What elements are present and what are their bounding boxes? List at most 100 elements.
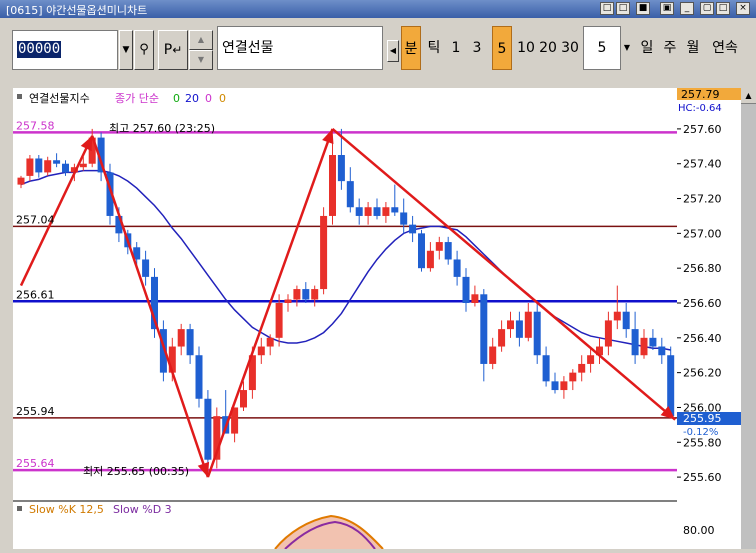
level-label-4: 255.64 [16, 457, 55, 470]
step-down-button[interactable]: ▼ [189, 50, 213, 70]
panel-separator[interactable] [13, 500, 741, 502]
interval-input[interactable]: 5 [583, 26, 621, 70]
candle-body-44 [409, 224, 417, 234]
window-maximize-button[interactable]: □ [716, 2, 730, 15]
window-pin-button[interactable]: ▣ [660, 2, 674, 15]
axis-tick-label-9: 255.80 [683, 436, 722, 449]
low-annotation: 최저 255.65 (00:35) [83, 465, 189, 478]
candles-layer [17, 128, 675, 471]
candle-body-28 [266, 337, 274, 347]
step-up-button[interactable]: ▲ [189, 30, 213, 50]
stoch-axis-tick: 80.00 [683, 524, 715, 537]
enter-arrow-icon: ↵ [172, 43, 183, 57]
candle-body-58 [533, 311, 541, 356]
window-option-button-2[interactable]: □ [616, 2, 630, 15]
candle-body-2 [35, 158, 43, 173]
candle-body-62 [569, 372, 577, 382]
timeframe-week-button[interactable]: 주 [660, 26, 680, 70]
instrument-name-field[interactable]: 연결선물 [217, 26, 383, 70]
candle-body-38 [355, 207, 363, 216]
legend-param-3: 0 [205, 92, 212, 105]
candle-body-29 [275, 303, 283, 338]
candle-body-25 [240, 390, 247, 408]
axis-tick-label-2: 257.20 [683, 193, 722, 206]
window-option-button-3[interactable]: ■ [636, 2, 650, 15]
axis-tick-label-1: 257.40 [683, 158, 722, 171]
candle-body-63 [578, 363, 586, 373]
candle-body-20 [195, 355, 203, 399]
period-30-button[interactable]: 30 [559, 26, 581, 70]
candle-body-56 [515, 320, 523, 338]
candle-body-30 [284, 299, 292, 303]
window-minimize-button[interactable]: _ [680, 2, 694, 15]
trend-arrow-line-1 [91, 135, 210, 478]
timeframe-day-button[interactable]: 일 [637, 26, 657, 70]
legend-param-1: 0 [173, 92, 180, 105]
timeframe-continuous-button[interactable]: 연속 [706, 26, 744, 70]
p-button[interactable]: P↵ [158, 30, 188, 70]
code-input-value: 00000 [17, 41, 62, 58]
period-1-button[interactable]: 1 [447, 26, 465, 70]
current-price-change: -0.12% [683, 427, 718, 438]
window-option-button[interactable]: □ [600, 2, 614, 15]
high-annotation: 최고 257.60 (23:25) [109, 122, 215, 135]
stoch-marker-icon [17, 506, 22, 511]
level-label-0: 257.58 [16, 119, 55, 132]
moving-average-line [20, 169, 671, 351]
axis-tick-label-7: 256.20 [683, 367, 722, 380]
vertical-scrollbar[interactable]: ▲ [741, 88, 756, 549]
candle-body-70 [640, 337, 648, 356]
left-strip [0, 80, 13, 549]
window-restore-button[interactable]: ▢ [700, 2, 714, 15]
level-label-3: 255.94 [16, 405, 55, 418]
legend-mode: 종가 단순 [115, 92, 159, 105]
candle-body-7 [79, 163, 87, 168]
code-input[interactable]: 00000 [12, 30, 118, 70]
candle-body-34 [320, 215, 328, 290]
candle-body-54 [498, 329, 506, 347]
price-chart[interactable]: 257.58 257.04 256.61 255.94 255.64 연결선물지수 종가… [13, 88, 677, 550]
price-chart-svg: 257.58 257.04 256.61 255.94 255.64 연결선물지수 종가… [13, 92, 677, 550]
period-3-button[interactable]: 3 [468, 26, 486, 70]
candle-body-57 [524, 311, 532, 338]
interval-dropdown-icon[interactable]: ▼ [622, 26, 632, 70]
candle-body-37 [346, 181, 354, 208]
candle-body-67 [613, 311, 621, 321]
candle-body-61 [560, 381, 568, 391]
candle-body-5 [62, 163, 69, 173]
candle-body-32 [302, 289, 310, 300]
axis-top-value: 257.79 [681, 88, 720, 101]
candle-body-14 [142, 259, 150, 277]
period-20-button[interactable]: 20 [537, 26, 559, 70]
axis-tick-label-10: 255.60 [683, 471, 722, 484]
window-title: [0615] 야간선물옵션미니차트 [6, 4, 148, 17]
price-axis[interactable]: 257.60 257.40 257.20 257.00 256.80 256.60 256.… [677, 88, 741, 549]
period-minute-button[interactable]: 분 [401, 26, 421, 70]
axis-change-label: HC:-0.64 [678, 103, 722, 114]
candle-body-48 [444, 242, 452, 260]
candle-body-50 [462, 276, 470, 303]
legend-param-4: 0 [219, 92, 226, 105]
candle-body-53 [489, 346, 497, 364]
candle-body-36 [337, 155, 345, 182]
candle-body-47 [435, 242, 443, 251]
period-10-button[interactable]: 10 [515, 26, 537, 70]
period-tick-button[interactable]: 틱 [424, 26, 444, 70]
magnifier-search-button[interactable]: ⚲ [134, 30, 154, 70]
candle-body-49 [453, 259, 461, 277]
candle-body-45 [418, 233, 425, 269]
candle-body-1 [26, 158, 34, 176]
candle-body-51 [471, 294, 479, 303]
scroll-up-button[interactable]: ▲ [741, 88, 756, 104]
period-scroll-left-button[interactable]: ◀ [387, 40, 399, 62]
candle-body-19 [186, 329, 194, 356]
candle-body-55 [507, 320, 514, 330]
moving-average-layer [20, 169, 671, 351]
window-close-button[interactable]: × [736, 2, 750, 15]
search-icon: ⚲ [139, 42, 149, 57]
timeframe-month-button[interactable]: 월 [683, 26, 703, 70]
candle-body-42 [391, 207, 399, 213]
candle-body-3 [44, 160, 52, 173]
period-5-button[interactable]: 5 [492, 26, 512, 70]
code-dropdown-button[interactable]: ▼ [119, 30, 133, 70]
